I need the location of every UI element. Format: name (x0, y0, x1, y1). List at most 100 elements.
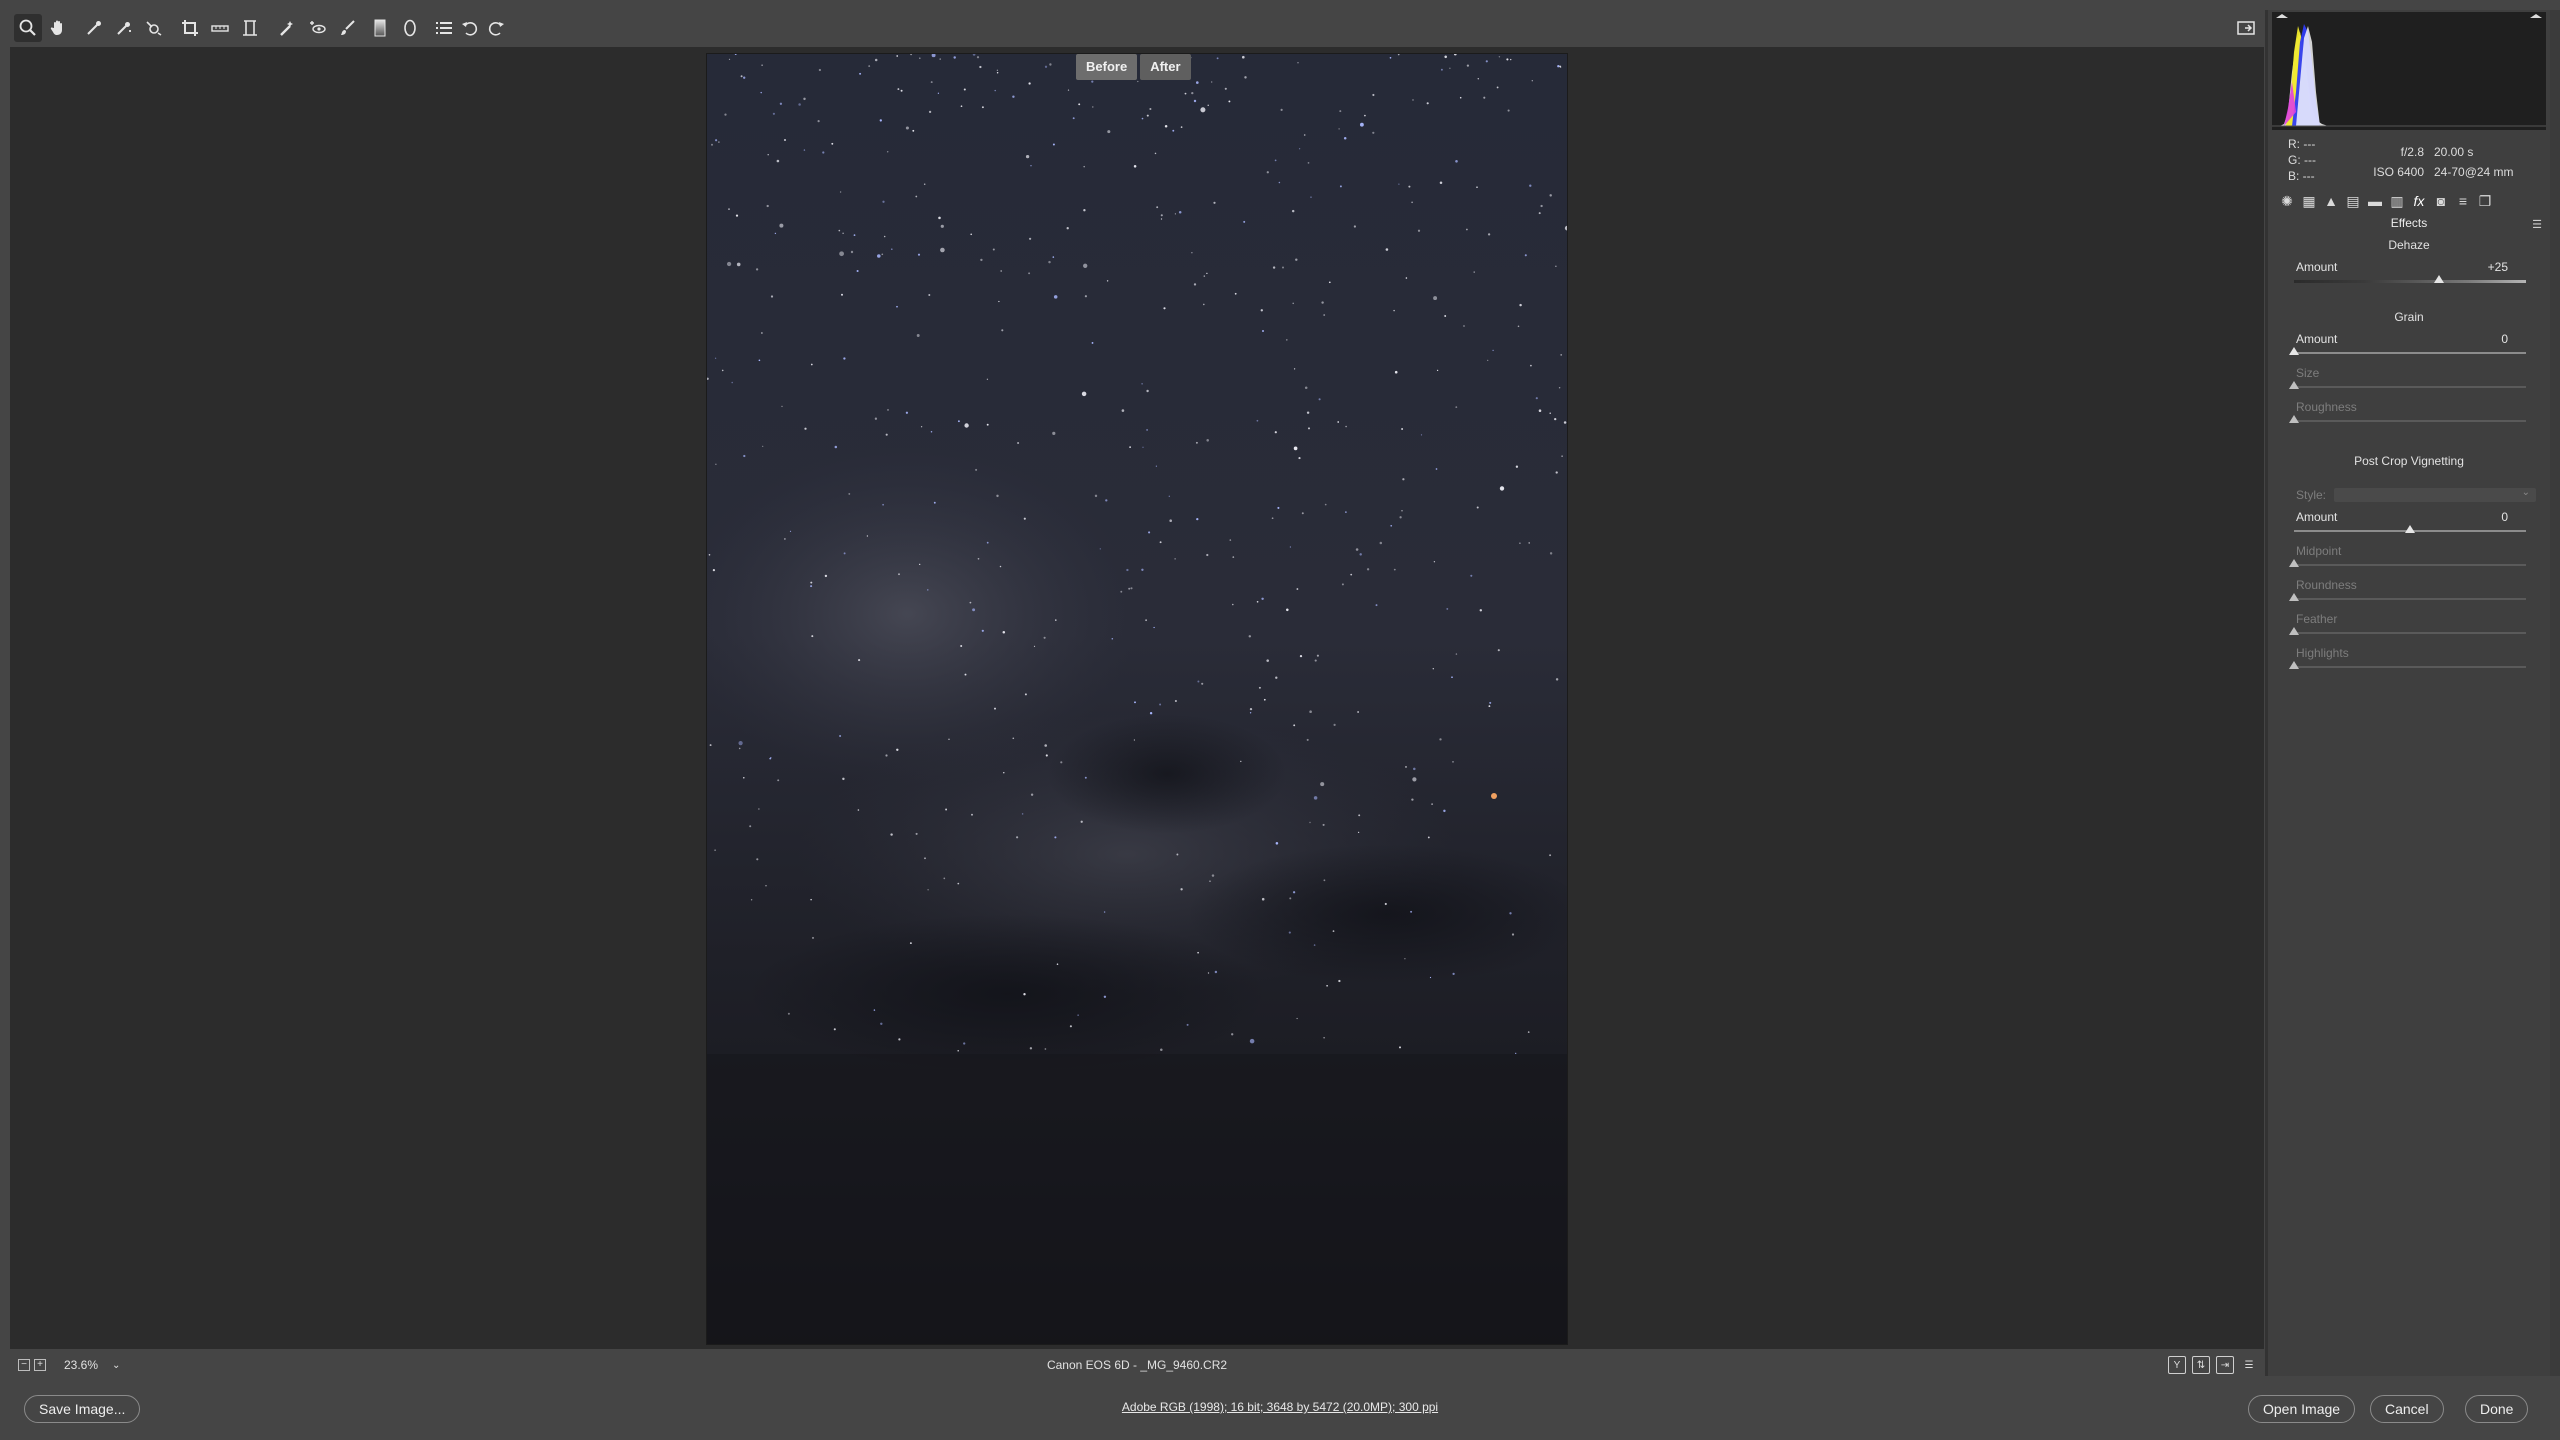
star (715, 463, 717, 465)
white-balance-tool-icon[interactable] (80, 14, 108, 42)
star (1527, 1031, 1530, 1033)
zoom-tool-icon[interactable] (14, 14, 42, 42)
star (715, 139, 718, 142)
star (1549, 194, 1552, 197)
star (1278, 181, 1281, 184)
cancel-button[interactable]: Cancel (2370, 1395, 2444, 1423)
star (898, 573, 900, 576)
star (1216, 57, 1219, 60)
graduated-filter-icon[interactable] (366, 14, 394, 42)
star (1427, 836, 1430, 839)
rotate-counterclockwise-icon[interactable] (456, 14, 484, 42)
star (1044, 1048, 1047, 1050)
dehaze-track[interactable] (2294, 280, 2526, 283)
vignette-style-select[interactable]: ⌄ (2334, 487, 2536, 502)
star (1549, 552, 1553, 555)
lens-corrections-tab-icon[interactable]: ▥ (2388, 192, 2406, 210)
star (1337, 421, 1340, 423)
red-eye-removal-icon[interactable] (304, 14, 332, 42)
star (1060, 761, 1063, 764)
hand-tool-icon[interactable] (44, 14, 72, 42)
camera-calibration-tab-icon[interactable]: ◙ (2432, 192, 2450, 210)
targeted-adjustment-tool-icon[interactable] (140, 14, 168, 42)
star (1301, 512, 1304, 515)
presets-tab-icon[interactable]: ≡ (2454, 192, 2472, 210)
vignette-amount-slider[interactable]: Amount 0 (2284, 510, 2534, 542)
star (924, 857, 926, 860)
star (1477, 78, 1480, 80)
star (1306, 738, 1309, 741)
star (980, 258, 983, 262)
split-toning-tab-icon[interactable]: ▬ (2366, 192, 2384, 210)
star (1229, 539, 1232, 541)
rotate-clockwise-icon[interactable] (482, 14, 510, 42)
panel-scroll-strip[interactable] (2550, 10, 2560, 1376)
done-button[interactable]: Done (2465, 1395, 2529, 1423)
star (1258, 686, 1261, 689)
star (1384, 902, 1387, 906)
star (1498, 56, 1501, 58)
adjustment-brush-icon[interactable] (334, 14, 362, 42)
fullscreen-toggle-icon[interactable] (2232, 14, 2260, 42)
toggle-defaults-icon[interactable]: ☰ (2240, 1356, 2258, 1374)
grain-amount-slider[interactable]: Amount 0 (2284, 332, 2534, 364)
star (1297, 62, 1299, 64)
star (1274, 159, 1277, 162)
copy-settings-icon[interactable]: ⇥ (2216, 1356, 2234, 1374)
star (1133, 739, 1136, 741)
star (1141, 382, 1143, 385)
star (762, 445, 764, 447)
star (803, 149, 806, 151)
workflow-options-link[interactable]: Adobe RGB (1998); 16 bit; 3648 by 5472 (… (0, 1400, 2560, 1414)
color-sampler-tool-icon[interactable] (110, 14, 138, 42)
photo-preview[interactable]: Before After (706, 53, 1568, 1345)
dehaze-amount-slider[interactable]: Amount +25 (2284, 260, 2534, 292)
before-button[interactable]: Before (1076, 54, 1138, 80)
star (1296, 1017, 1298, 1020)
star (996, 494, 999, 498)
star (1323, 879, 1326, 882)
star (810, 363, 813, 366)
after-button[interactable]: After (1140, 54, 1191, 80)
star (1341, 583, 1344, 586)
effects-tab-icon[interactable]: fx (2410, 192, 2428, 210)
detail-tab-icon[interactable]: ▲ (2322, 192, 2340, 210)
star (1554, 417, 1557, 421)
vignette-roundness-label: Roundness (2296, 578, 2357, 592)
vignette-amount-thumb[interactable] (2405, 525, 2415, 533)
straighten-tool-icon[interactable] (206, 14, 234, 42)
star (1557, 65, 1560, 68)
panel-menu-icon[interactable]: ☰ (2532, 218, 2542, 231)
star (1393, 568, 1396, 571)
grain-amount-track[interactable] (2294, 352, 2526, 354)
grain-size-slider: Size (2284, 366, 2534, 398)
dehaze-thumb[interactable] (2434, 275, 2444, 283)
spot-removal-tool-icon[interactable] (274, 14, 302, 42)
star (776, 159, 780, 163)
before-after-view-icon[interactable]: Y (2168, 1356, 2186, 1374)
file-title: Canon EOS 6D - _MG_9460.CR2 (1046, 1358, 1228, 1372)
open-image-button[interactable]: Open Image (2248, 1395, 2356, 1423)
snapshots-tab-icon[interactable]: ❐ (2476, 192, 2494, 210)
star (1519, 542, 1521, 545)
hsl-tab-icon[interactable]: ▤ (2344, 192, 2362, 210)
star (874, 58, 878, 62)
grain-amount-value[interactable]: 0 (2501, 332, 2508, 346)
grain-amount-thumb[interactable] (2289, 347, 2299, 355)
basic-tab-icon[interactable]: ✺ (2278, 192, 2296, 210)
swap-before-after-icon[interactable]: ⇅ (2192, 1356, 2210, 1374)
vignette-feather-thumb (2289, 627, 2299, 635)
dehaze-amount-value[interactable]: +25 (2488, 260, 2508, 274)
star (930, 430, 933, 433)
preview-canvas[interactable]: Before After (10, 47, 2264, 1349)
radial-filter-icon[interactable] (396, 14, 424, 42)
crop-tool-icon[interactable] (176, 14, 204, 42)
star (853, 234, 856, 236)
vignette-amount-label: Amount (2296, 510, 2338, 524)
tone-curve-tab-icon[interactable]: ▦ (2300, 192, 2318, 210)
transform-tool-icon[interactable] (236, 14, 264, 42)
star (1176, 853, 1179, 856)
preferences-list-icon[interactable] (430, 14, 458, 42)
star (1044, 65, 1048, 68)
vignette-amount-value[interactable]: 0 (2501, 510, 2508, 524)
